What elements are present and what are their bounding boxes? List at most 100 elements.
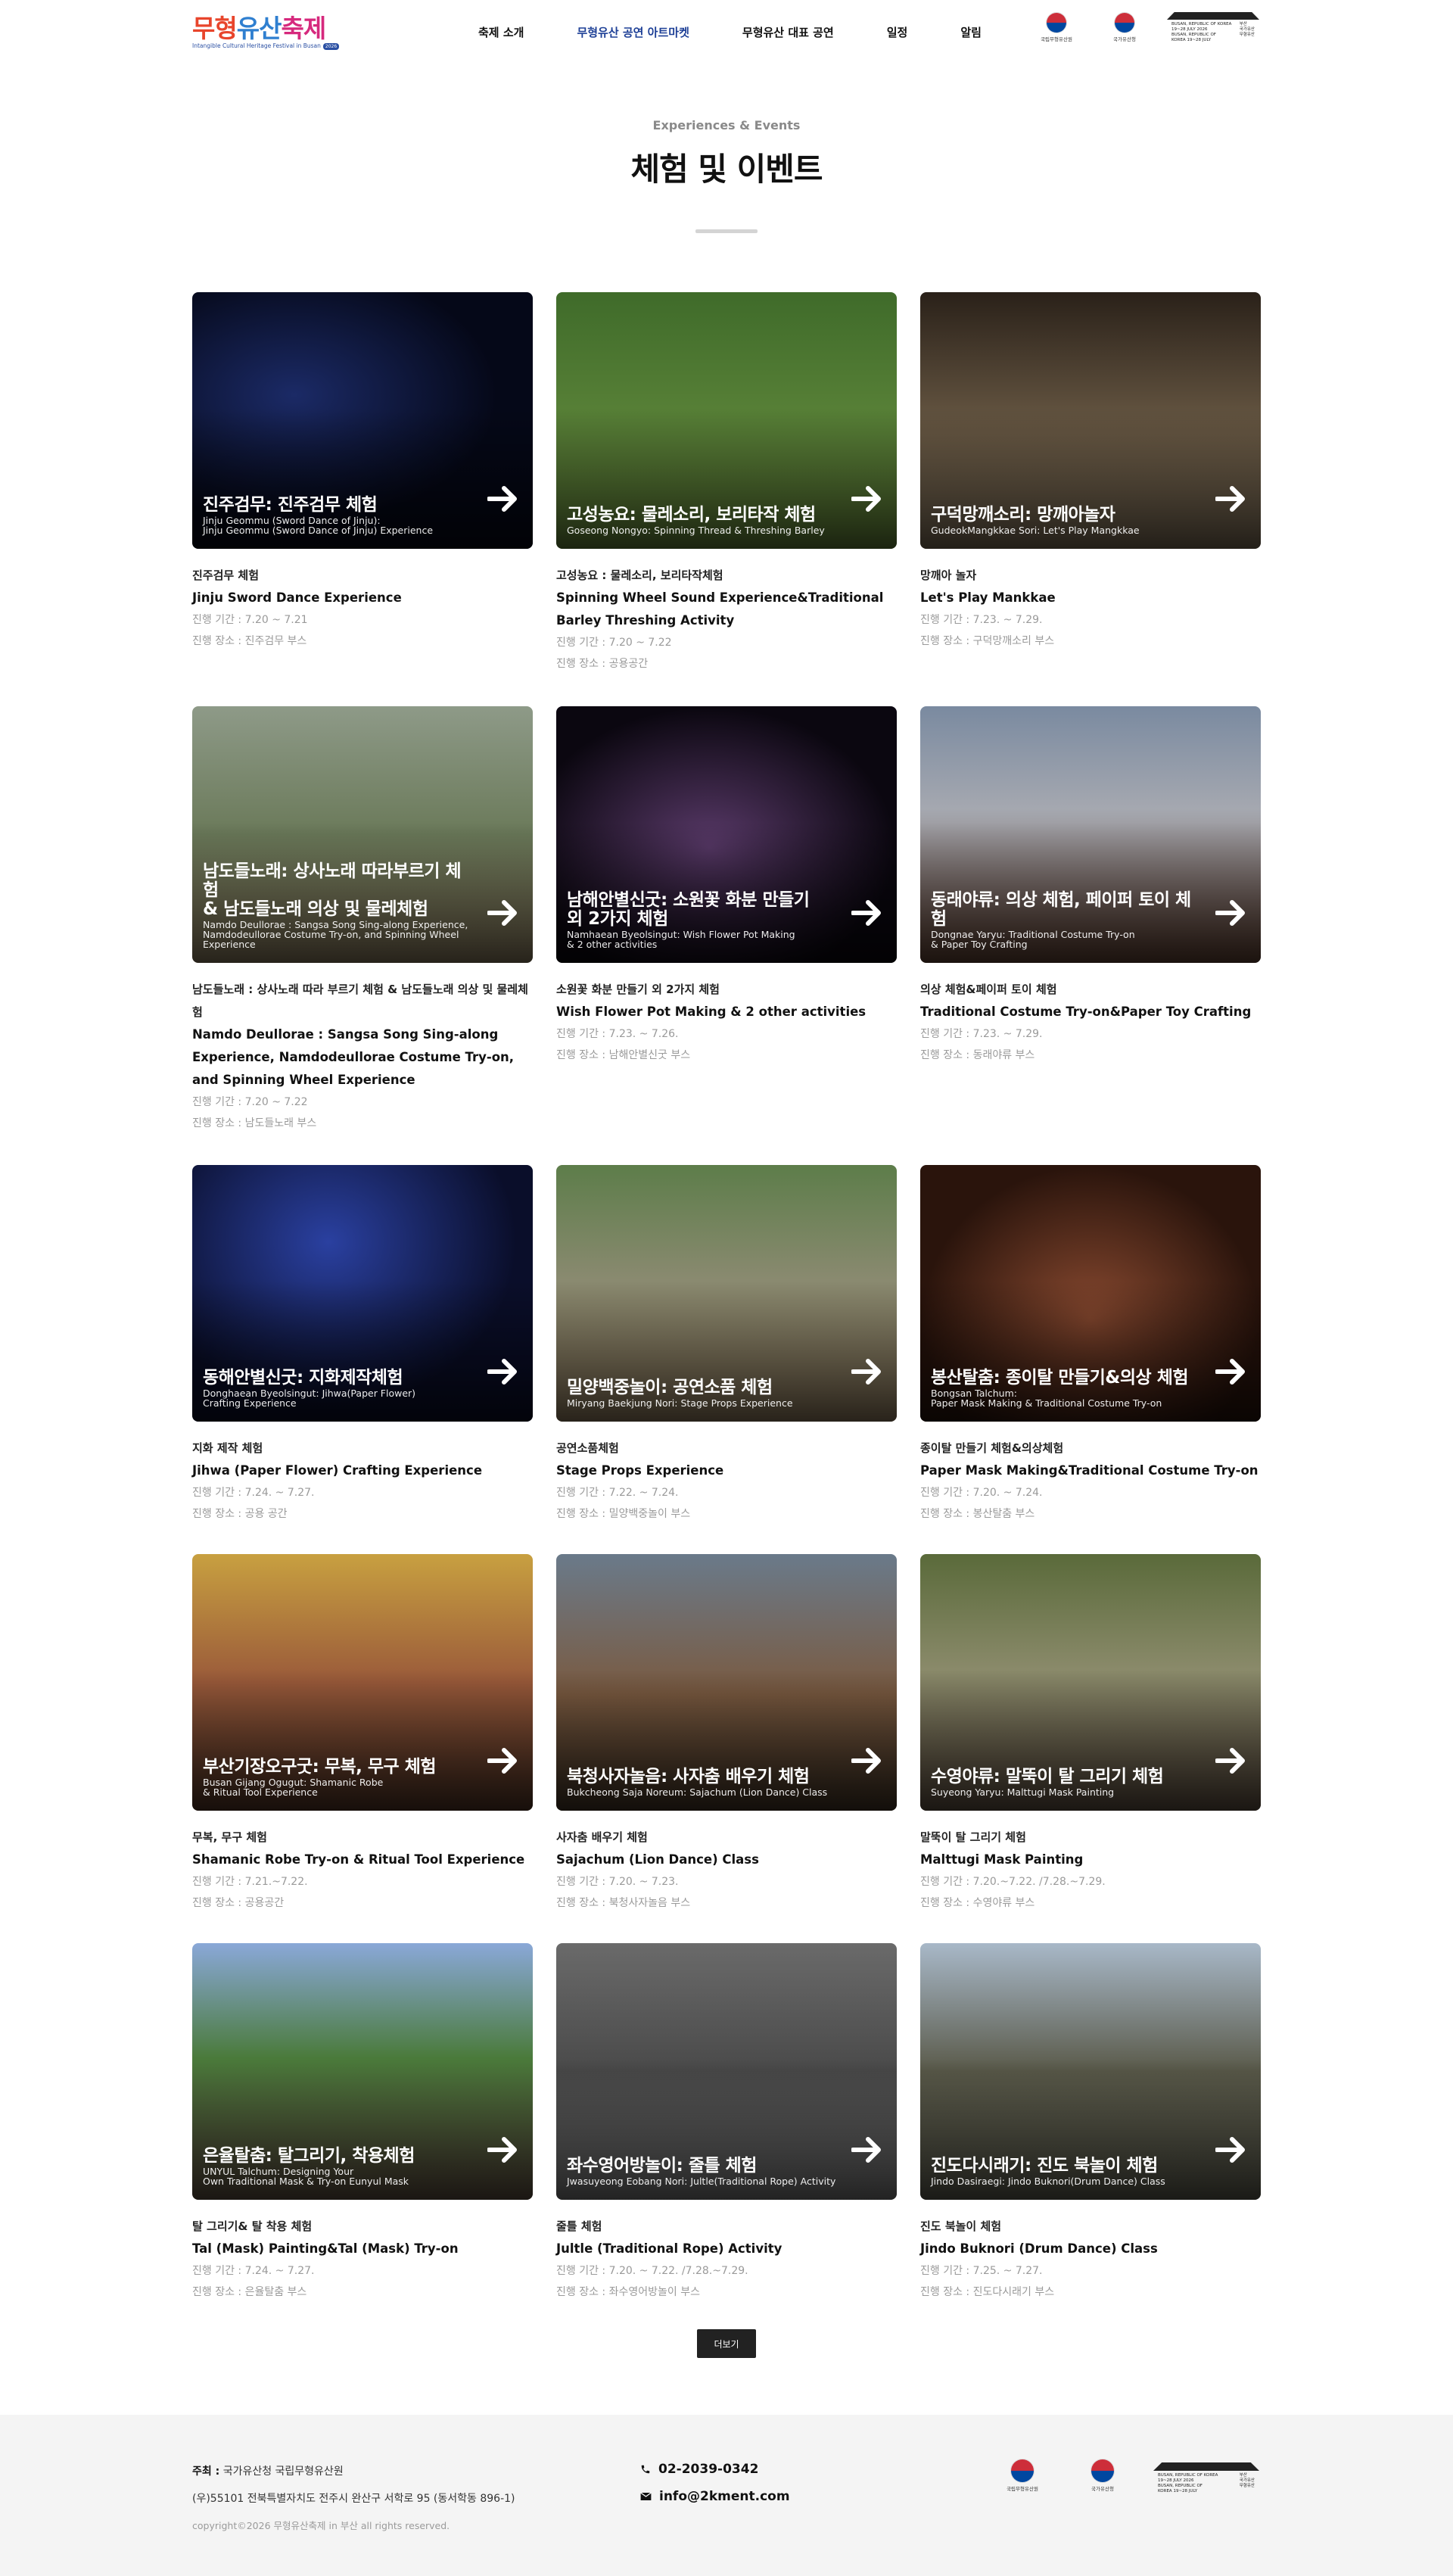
- event-photo[interactable]: 구덕망깨소리: 망깨아놀자 GudeokMangkkae Sori: Let's …: [920, 292, 1261, 549]
- event-card-spinning-wheel-sound-experience-traditio[interactable]: 고성농요: 물레소리, 보리타작 체험 Goseong Nongyo: Spinn…: [556, 292, 897, 674]
- event-photo[interactable]: 동해안별신굿: 지화제작체험 Donghaean Byeolsingut: Jih…: [192, 1165, 533, 1422]
- arrow-right-icon[interactable]: [487, 1747, 521, 1774]
- arrow-right-icon[interactable]: [1215, 2136, 1249, 2163]
- nav-item-art-market[interactable]: 무형유산 공연 아트마켓: [577, 24, 689, 40]
- event-title-en[interactable]: Jihwa (Paper Flower) Crafting Experience: [192, 1459, 533, 1482]
- event-title-ko: 진주검무 체험: [192, 568, 260, 582]
- event-photo[interactable]: 남도들노래: 상사노래 따라부르기 체험 & 남도들노래 의상 및 물레체험 Nam…: [192, 706, 533, 963]
- event-title-ko: 지화 제작 체험: [192, 1441, 263, 1455]
- event-photo[interactable]: 부산기장오구굿: 무복, 무구 체험 Busan Gijang Ogugut: S…: [192, 1554, 533, 1811]
- event-title-en[interactable]: Spinning Wheel Sound Experience&Traditio…: [556, 587, 897, 632]
- photo-overlay-caption: 진도다시래기: 진도 북놀이 체험 Jindo Dasiraegi: Jindo …: [931, 2157, 1202, 2187]
- event-photo[interactable]: 진주검무: 진주검무 체험 Jinju Geommu (Sword Dance o…: [192, 292, 533, 549]
- arrow-right-icon[interactable]: [1215, 1747, 1249, 1774]
- event-period: 진행 기간 : 7.20 ~ 7.22: [192, 1096, 308, 1108]
- event-meta: 남도들노래 : 상사노래 따라 부르기 체험 & 남도들노래 의상 및 물레체험…: [192, 963, 533, 1134]
- event-photo[interactable]: 남해안별신굿: 소원꽃 화분 만들기 외 2가지 체험 Namhaean Byeol…: [556, 706, 897, 963]
- festival-logo[interactable]: 무형유산축제 Intangible Cultural Heritage Fest…: [192, 14, 340, 53]
- footer-org-logo-nihc[interactable]: 국립무형유산원: [994, 2459, 1050, 2492]
- event-title-en[interactable]: Malttugi Mask Painting: [920, 1849, 1261, 1871]
- overlay-title: 북청사자놀음: 사자춤 배우기 체험: [567, 1767, 810, 1786]
- event-meta: 진주검무 체험 Jinju Sword Dance Experience 진행 기간…: [192, 549, 533, 652]
- event-card-jinju-sword-dance-experience[interactable]: 진주검무: 진주검무 체험 Jinju Geommu (Sword Dance o…: [192, 292, 533, 652]
- nav-item-schedule[interactable]: 일정: [887, 24, 908, 40]
- event-photo[interactable]: 북청사자놀음: 사자춤 배우기 체험 Bukcheong Saja Noreum:…: [556, 1554, 897, 1811]
- arrow-right-icon[interactable]: [851, 1747, 885, 1774]
- event-period: 진행 기간 : 7.20. ~ 7.23.: [556, 1876, 679, 1888]
- overlay-subtitle: Dongnae Yaryu: Traditional Costume Try-o…: [931, 929, 1135, 950]
- arrow-right-icon[interactable]: [487, 2136, 521, 2163]
- event-photo[interactable]: 봉산탈춤: 종이탈 만들기&의상 체험 Bongsan Talchum: Paper…: [920, 1165, 1261, 1422]
- arrow-right-icon[interactable]: [487, 899, 521, 927]
- event-period: 진행 기간 : 7.23. ~ 7.29.: [920, 1028, 1043, 1040]
- event-card-sajachum-lion-dance-class[interactable]: 북청사자놀음: 사자춤 배우기 체험 Bukcheong Saja Noreum:…: [556, 1554, 897, 1914]
- org-logo-nihc[interactable]: 국립무형유산원: [1034, 12, 1079, 56]
- arrow-right-icon[interactable]: [1215, 485, 1249, 512]
- event-card-let-s-play-mankkae[interactable]: 구덕망깨소리: 망깨아놀자 GudeokMangkkae Sori: Let's …: [920, 292, 1261, 652]
- arrow-right-icon[interactable]: [851, 2136, 885, 2163]
- event-photo[interactable]: 좌수영어방놀이: 줄틀 체험 Jwasuyeong Eobang Nori: Ju…: [556, 1943, 897, 2200]
- footer-org-logo-kha[interactable]: 국가유산청: [1075, 2459, 1131, 2492]
- event-card-stage-props-experience[interactable]: 밀양백중놀이: 공연소품 체험 Miryang Baekjung Nori: St…: [556, 1165, 897, 1525]
- event-card-malttugi-mask-painting[interactable]: 수영야류: 말뚝이 탈 그리기 체험 Suyeong Yaryu: Malttug…: [920, 1554, 1261, 1914]
- event-title-en[interactable]: Shamanic Robe Try-on & Ritual Tool Exper…: [192, 1849, 533, 1871]
- event-photo[interactable]: 은율탈춤: 탈그리기, 착용체험 UNYUL Talchum: Designing…: [192, 1943, 533, 2200]
- nav-item-festival-intro[interactable]: 축제 소개: [478, 24, 524, 40]
- event-card-wish-flower-pot-making-2-other-activitie[interactable]: 남해안별신굿: 소원꽃 화분 만들기 외 2가지 체험 Namhaean Byeol…: [556, 706, 897, 1066]
- arrow-right-icon[interactable]: [487, 1358, 521, 1385]
- event-period: 진행 기간 : 7.25. ~ 7.27.: [920, 2265, 1043, 2277]
- event-card-traditional-costume-try-on-paper-toy-cra[interactable]: 동래야류: 의상 체험, 페이퍼 토이 체험 Dongnae Yaryu: Tra…: [920, 706, 1261, 1066]
- event-photo[interactable]: 수영야류: 말뚝이 탈 그리기 체험 Suyeong Yaryu: Malttug…: [920, 1554, 1261, 1811]
- event-photo[interactable]: 고성농요: 물레소리, 보리타작 체험 Goseong Nongyo: Spinn…: [556, 292, 897, 549]
- arrow-right-icon[interactable]: [1215, 1358, 1249, 1385]
- event-title-en[interactable]: Wish Flower Pot Making & 2 other activit…: [556, 1001, 897, 1023]
- event-title-ko: 줄틀 체험: [556, 2219, 602, 2233]
- footer-host: 주최 : 국가유산청 국립무형유산원: [192, 2465, 344, 2478]
- event-title-ko: 의상 체험&페이퍼 토이 체험: [920, 983, 1057, 996]
- event-title-en[interactable]: Sajachum (Lion Dance) Class: [556, 1849, 897, 1871]
- event-card-shamanic-robe-try-on-ritual-tool-experie[interactable]: 부산기장오구굿: 무복, 무구 체험 Busan Gijang Ogugut: S…: [192, 1554, 533, 1914]
- event-title-en[interactable]: Let's Play Mankkae: [920, 587, 1261, 609]
- event-card-jindo-buknori-drum-dance-class[interactable]: 진도다시래기: 진도 북놀이 체험 Jindo Dasiraegi: Jindo …: [920, 1943, 1261, 2303]
- event-title-en[interactable]: Paper Mask Making&Traditional Costume Tr…: [920, 1459, 1261, 1482]
- event-title-en[interactable]: Stage Props Experience: [556, 1459, 897, 1482]
- event-title-en[interactable]: Jindo Buknori (Drum Dance) Class: [920, 2238, 1261, 2260]
- footer-phone[interactable]: 02-2039-0342: [640, 2462, 758, 2477]
- arrow-right-icon[interactable]: [1215, 899, 1249, 927]
- event-meta: 사자춤 배우기 체험 Sajachum (Lion Dance) Class 진행 …: [556, 1811, 897, 1914]
- event-card-namdo-deullorae-sangsa-song-sing-along-e[interactable]: 남도들노래: 상사노래 따라부르기 체험 & 남도들노래 의상 및 물레체험 Nam…: [192, 706, 533, 1134]
- event-title-en[interactable]: Tal (Mask) Painting&Tal (Mask) Try-on: [192, 2238, 533, 2260]
- event-title-ko: 말뚝이 탈 그리기 체험: [920, 1830, 1026, 1844]
- event-period: 진행 기간 : 7.23. ~ 7.26.: [556, 1028, 679, 1040]
- arrow-right-icon[interactable]: [487, 485, 521, 512]
- event-photo[interactable]: 진도다시래기: 진도 북놀이 체험 Jindo Dasiraegi: Jindo …: [920, 1943, 1261, 2200]
- photo-overlay-caption: 구덕망깨소리: 망깨아놀자 GudeokMangkkae Sori: Let's …: [931, 506, 1202, 536]
- event-place: 진행 장소 : 진주검무 부스: [192, 635, 307, 647]
- nav-item-notice[interactable]: 알림: [960, 24, 982, 40]
- event-photo[interactable]: 동래야류: 의상 체험, 페이퍼 토이 체험 Dongnae Yaryu: Tra…: [920, 706, 1261, 963]
- event-title-ko: 사자춤 배우기 체험: [556, 1830, 648, 1844]
- footer-festival-stamp-logo[interactable]: BUSAN, REPUBLIC OF KOREA 19~28 JULY 2026 B…: [1153, 2462, 1259, 2499]
- event-meta: 의상 체험&페이퍼 토이 체험 Traditional Costume Try-o…: [920, 963, 1261, 1066]
- photo-overlay-caption: 좌수영어방놀이: 줄틀 체험 Jwasuyeong Eobang Nori: Ju…: [567, 2157, 838, 2187]
- event-title-en[interactable]: Traditional Costume Try-on&Paper Toy Cra…: [920, 1001, 1261, 1023]
- festival-stamp-logo[interactable]: BUSAN, REPUBLIC OF KOREA 19~28 JULY 2026 B…: [1167, 12, 1259, 50]
- footer-email[interactable]: info@2kment.com: [640, 2489, 790, 2504]
- arrow-right-icon[interactable]: [851, 899, 885, 927]
- title-divider: [695, 229, 758, 233]
- nav-item-representative-performance[interactable]: 무형유산 대표 공연: [742, 24, 834, 40]
- event-title-en[interactable]: Namdo Deullorae : Sangsa Song Sing-along…: [192, 1023, 533, 1092]
- arrow-right-icon[interactable]: [851, 1358, 885, 1385]
- event-card-jihwa-paper-flower-crafting-experience[interactable]: 동해안별신굿: 지화제작체험 Donghaean Byeolsingut: Jih…: [192, 1165, 533, 1525]
- event-card-paper-mask-making-traditional-costume-tr[interactable]: 봉산탈춤: 종이탈 만들기&의상 체험 Bongsan Talchum: Paper…: [920, 1165, 1261, 1525]
- org-logo-kha[interactable]: 국가유산청: [1102, 12, 1147, 56]
- load-more-button[interactable]: 더보기: [697, 2329, 756, 2358]
- event-card-tal-mask-painting-tal-mask-try-on[interactable]: 은율탈춤: 탈그리기, 착용체험 UNYUL Talchum: Designing…: [192, 1943, 533, 2303]
- event-title-en[interactable]: Jinju Sword Dance Experience: [192, 587, 533, 609]
- arrow-right-icon[interactable]: [851, 485, 885, 512]
- event-title-en[interactable]: Jultle (Traditional Rope) Activity: [556, 2238, 897, 2260]
- event-photo[interactable]: 밀양백중놀이: 공연소품 체험 Miryang Baekjung Nori: St…: [556, 1165, 897, 1422]
- event-card-jultle-traditional-rope-activity[interactable]: 좌수영어방놀이: 줄틀 체험 Jwasuyeong Eobang Nori: Ju…: [556, 1943, 897, 2303]
- main-nav: 축제 소개 무형유산 공연 아트마켓 무형유산 대표 공연 일정 알림: [478, 24, 982, 40]
- event-title-ko: 소원꽃 화분 만들기 외 2가지 체험: [556, 983, 720, 996]
